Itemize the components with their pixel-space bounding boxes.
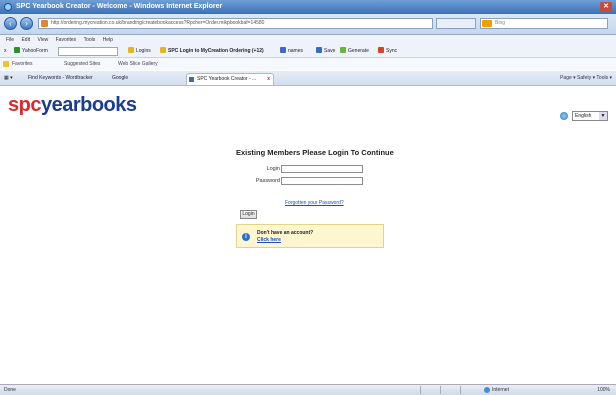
save-label: Save: [324, 48, 336, 54]
logo-spc: spc: [8, 94, 41, 116]
refresh-stop-buttons[interactable]: [436, 18, 476, 29]
page-content: spcyearbooks English ▼ Existing Members …: [0, 86, 616, 383]
login-form: Login Password: [236, 165, 384, 189]
menu-tools[interactable]: Tools: [84, 37, 96, 43]
tab-find-keywords[interactable]: Find Keywords - Wordtracker: [28, 71, 93, 85]
search-placeholder: Bing: [495, 20, 506, 26]
close-window-button[interactable]: ✕: [600, 2, 612, 12]
logins-label: Logins: [136, 48, 151, 54]
logins-button[interactable]: Logins: [128, 45, 151, 57]
web-slice-gallery-link[interactable]: Web Slice Gallery: [118, 58, 158, 70]
tab-google[interactable]: Google: [112, 71, 128, 85]
sync-button[interactable]: Sync: [378, 45, 397, 57]
search-field[interactable]: Bing: [480, 18, 608, 29]
status-divider: [460, 386, 461, 394]
browser-window: SPC Yearbook Creator - Welcome - Windows…: [0, 0, 616, 395]
key-icon: [128, 47, 134, 53]
generate-label: Generate: [348, 48, 369, 54]
key-icon: [160, 47, 166, 53]
status-divider: [440, 386, 441, 394]
links-toolbar: x YahooForm Logins SPC Login to MyCreati…: [0, 45, 616, 58]
tab-close-icon[interactable]: x: [267, 74, 270, 85]
address-bar: ‹ › http://ordering.mycreation.co.uk/bra…: [0, 14, 616, 35]
title-bar: SPC Yearbook Creator - Welcome - Windows…: [0, 0, 616, 14]
login-heading: Existing Members Please Login To Continu…: [236, 148, 394, 157]
tab-bar: ▦ ▾ Find Keywords - Wordtracker Google S…: [0, 71, 616, 86]
tab-active[interactable]: SPC Yearbook Creator - ... x: [186, 73, 274, 85]
suggested-sites-link[interactable]: Suggested Sites: [64, 58, 100, 70]
toolbar-close-icon[interactable]: x: [4, 45, 7, 57]
sync-icon: [378, 47, 384, 53]
favorites-button[interactable]: Favorites: [12, 58, 33, 70]
click-here-link[interactable]: Click here: [257, 237, 281, 243]
save-icon: [316, 47, 322, 53]
menu-edit[interactable]: Edit: [21, 37, 30, 43]
person-icon: [280, 47, 286, 53]
logo-yearbooks: yearbooks: [40, 94, 137, 116]
site-favicon: [41, 20, 48, 27]
spc-login-label: SPC Login to MyCreation Ordering (+12): [168, 48, 264, 54]
names-button[interactable]: names: [280, 45, 303, 57]
password-row: Password: [236, 177, 384, 189]
toolbar-search-field[interactable]: [58, 47, 118, 56]
language-selector[interactable]: English ▼: [560, 111, 608, 121]
back-button[interactable]: ‹: [4, 17, 17, 30]
status-bar: Done Internet 100%: [0, 384, 616, 395]
bing-icon: [482, 20, 492, 27]
menu-bar: File Edit View Favorites Tools Help: [0, 35, 616, 45]
globe-icon: [560, 112, 568, 120]
password-label: Password: [255, 178, 280, 184]
password-input[interactable]: [281, 177, 363, 185]
quick-tabs-icon[interactable]: ▦ ▾: [4, 71, 13, 85]
menu-help[interactable]: Help: [103, 37, 113, 43]
signup-notice: i Don't have an account? Click here: [236, 224, 384, 248]
no-account-text: Don't have an account?: [257, 230, 314, 236]
menu-view[interactable]: View: [37, 37, 48, 43]
favorites-bar: Favorites Suggested Sites Web Slice Gall…: [0, 58, 616, 70]
login-input[interactable]: [281, 165, 363, 173]
login-button[interactable]: Login: [240, 210, 257, 219]
url-field[interactable]: http://ordering.mycreation.co.uk/brandin…: [38, 18, 433, 29]
yahoo-form-icon: [14, 47, 20, 53]
url-text: http://ordering.mycreation.co.uk/brandin…: [51, 20, 265, 26]
forward-button[interactable]: ›: [20, 17, 33, 30]
internet-zone-icon: [484, 387, 490, 393]
info-icon: i: [242, 233, 250, 241]
command-bar[interactable]: Page ▾ Safety ▾ Tools ▾: [560, 71, 612, 85]
yahoo-form-button[interactable]: YahooForm: [14, 45, 48, 57]
forgot-password-link[interactable]: Forgotten your Password?: [285, 200, 344, 206]
spc-yearbooks-logo[interactable]: spcyearbooks: [8, 94, 137, 117]
chevron-down-icon: ▼: [599, 112, 607, 120]
favorites-star-icon[interactable]: [3, 61, 9, 67]
ie-icon: [4, 3, 12, 11]
generate-button[interactable]: Generate: [340, 45, 369, 57]
spc-login-button[interactable]: SPC Login to MyCreation Ordering (+12): [160, 45, 264, 57]
language-value: English: [575, 113, 592, 119]
save-button[interactable]: Save: [316, 45, 335, 57]
sync-label: Sync: [386, 48, 398, 54]
names-label: names: [288, 48, 304, 54]
tab-active-label: SPC Yearbook Creator - ...: [197, 76, 257, 82]
generate-icon: [340, 47, 346, 53]
menu-file[interactable]: File: [6, 37, 14, 43]
yahoo-form-label: YahooForm: [22, 48, 48, 54]
window-title: SPC Yearbook Creator - Welcome - Windows…: [16, 3, 223, 10]
tab-favicon: [189, 77, 194, 82]
language-select[interactable]: English ▼: [572, 111, 608, 121]
menu-favorites[interactable]: Favorites: [56, 37, 77, 43]
login-label: Login: [266, 166, 280, 172]
login-row: Login: [236, 165, 384, 177]
status-divider: [420, 386, 421, 394]
